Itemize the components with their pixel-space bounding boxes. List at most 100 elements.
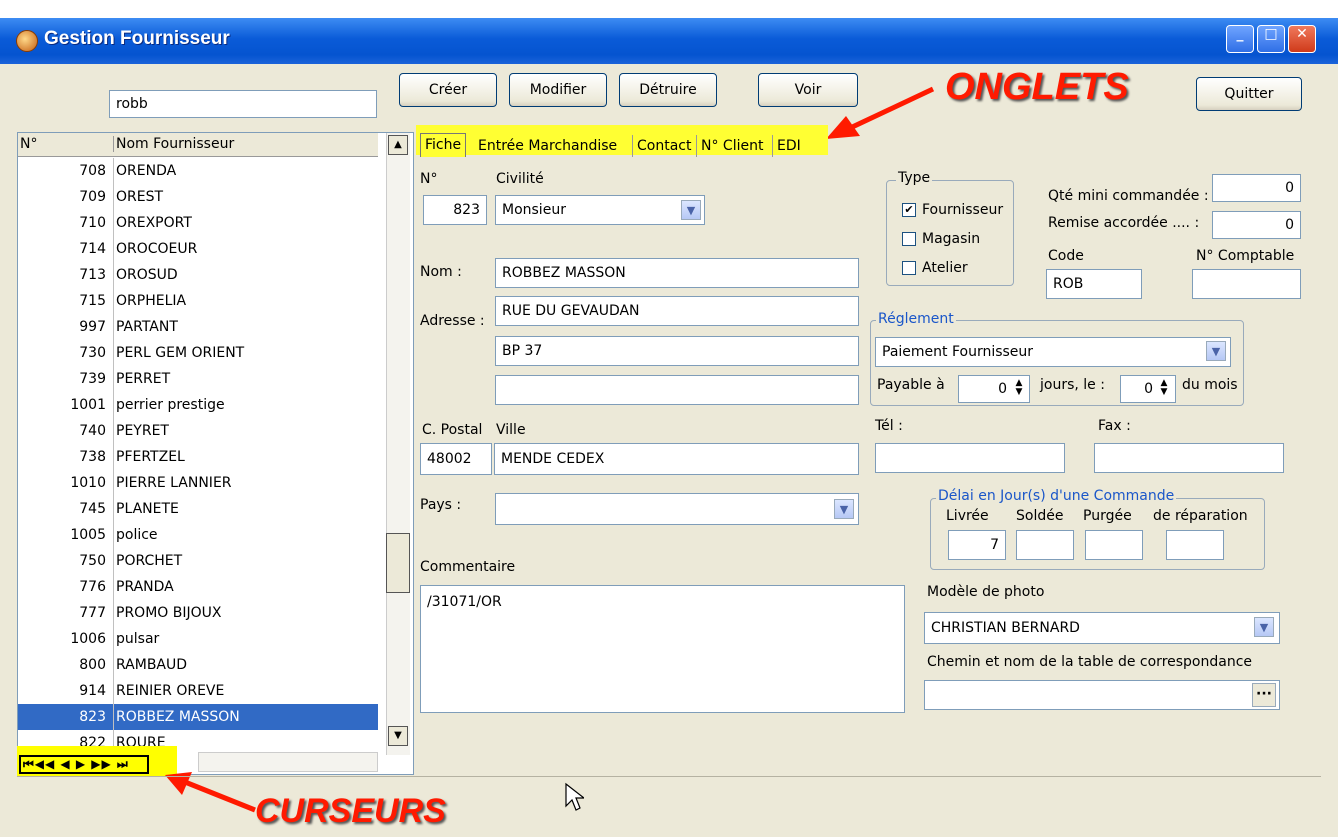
- table-row[interactable]: 738 PFERTZEL: [18, 444, 378, 470]
- reglement-dropdown-button[interactable]: ▼: [1206, 341, 1226, 361]
- type-label: Type: [896, 170, 933, 186]
- scroll-thumb[interactable]: [386, 533, 410, 593]
- adresse-line3-field[interactable]: [495, 375, 859, 405]
- quitter-button[interactable]: Quitter: [1196, 77, 1302, 111]
- row-supplier-name: ORPHELIA: [113, 288, 186, 314]
- chevron-down-icon: ▼: [686, 204, 696, 217]
- num-field[interactable]: 823: [423, 195, 487, 225]
- table-row[interactable]: 1005 police: [18, 522, 378, 548]
- table-row[interactable]: 714 OROCOEUR: [18, 236, 378, 262]
- row-number: 740: [79, 423, 106, 439]
- scroll-up-button[interactable]: ▲: [388, 135, 408, 155]
- cpostal-field[interactable]: 48002: [420, 443, 492, 475]
- table-row[interactable]: 739 PERRET: [18, 366, 378, 392]
- creer-button[interactable]: Créer: [399, 73, 497, 107]
- row-supplier-name: OROSUD: [113, 262, 178, 288]
- table-row[interactable]: 713 OROSUD: [18, 262, 378, 288]
- list-vertical-scrollbar[interactable]: [386, 133, 410, 755]
- adresse-label: Adresse :: [420, 313, 485, 329]
- pays-dropdown-button[interactable]: ▼: [834, 499, 854, 519]
- livree-field[interactable]: 7: [948, 530, 1006, 560]
- remise-field[interactable]: 0: [1212, 211, 1301, 239]
- table-row[interactable]: 710 OREXPORT: [18, 210, 378, 236]
- row-supplier-name: PFERTZEL: [113, 444, 185, 470]
- purgee-field[interactable]: [1085, 530, 1143, 560]
- magasin-checkbox[interactable]: [902, 232, 916, 246]
- fournisseur-checkbox[interactable]: ✔: [902, 203, 916, 217]
- table-row[interactable]: 708 ORENDA: [18, 158, 378, 184]
- tab-entree-marchandise[interactable]: Entrée Marchandise: [478, 135, 617, 157]
- civilite-dropdown-button[interactable]: ▼: [681, 200, 701, 220]
- nom-field[interactable]: ROBBEZ MASSON: [495, 258, 859, 288]
- app-icon: [16, 30, 38, 52]
- ellipsis-icon: ···: [1256, 686, 1272, 702]
- row-number: 715: [79, 293, 106, 309]
- row-number: 823: [79, 709, 106, 725]
- table-row[interactable]: 777 PROMO BIJOUX: [18, 600, 378, 626]
- fax-field[interactable]: [1094, 443, 1284, 473]
- list-horizontal-scrollbar[interactable]: [198, 752, 378, 772]
- table-row[interactable]: 730 PERL GEM ORIENT: [18, 340, 378, 366]
- search-input[interactable]: robb: [109, 90, 377, 118]
- soldee-field[interactable]: [1016, 530, 1074, 560]
- row-number: 750: [79, 553, 106, 569]
- chevron-down-icon: ▼: [839, 503, 849, 516]
- close-button[interactable]: ✕: [1288, 25, 1316, 53]
- adresse-line2-field[interactable]: BP 37: [495, 336, 859, 366]
- chemin-field[interactable]: [924, 680, 1280, 710]
- quitter-label: Quitter: [1224, 86, 1274, 102]
- tel-label: Tél :: [875, 418, 903, 434]
- bottom-separator: [17, 776, 1321, 777]
- table-row[interactable]: 1001 perrier prestige: [18, 392, 378, 418]
- reglement-select[interactable]: Paiement Fournisseur: [875, 337, 1231, 367]
- record-navigation-buttons[interactable]: ⏮◀◀ ◀ ▶ ▶▶ ⏭: [19, 755, 149, 774]
- table-row[interactable]: 800 RAMBAUD: [18, 652, 378, 678]
- atelier-checkbox[interactable]: [902, 261, 916, 275]
- payable-spin-buttons[interactable]: ▲ ▼: [1012, 379, 1026, 399]
- modele-photo-dropdown-button[interactable]: ▼: [1254, 617, 1274, 637]
- code-field[interactable]: ROB: [1046, 269, 1142, 299]
- row-supplier-name: PROMO BIJOUX: [113, 600, 221, 626]
- table-row[interactable]: 709 OREST: [18, 184, 378, 210]
- scroll-down-button[interactable]: ▼: [388, 726, 408, 746]
- tab-n-client[interactable]: N° Client: [696, 135, 763, 157]
- header-name[interactable]: Nom Fournisseur: [113, 136, 234, 152]
- tab-fiche[interactable]: Fiche: [420, 133, 467, 157]
- detruire-button[interactable]: Détruire: [619, 73, 717, 107]
- row-supplier-name: PLANETE: [113, 496, 179, 522]
- header-num[interactable]: N°: [20, 136, 37, 152]
- minimize-button[interactable]: _: [1226, 25, 1254, 53]
- n-comptable-field[interactable]: [1192, 269, 1301, 299]
- tab-edi[interactable]: EDI: [772, 135, 801, 157]
- table-row[interactable]: 776 PRANDA: [18, 574, 378, 600]
- jours-spin-buttons[interactable]: ▲ ▼: [1157, 379, 1171, 399]
- row-number: 1005: [70, 527, 106, 543]
- pays-select[interactable]: [495, 493, 859, 525]
- qte-mini-field[interactable]: 0: [1212, 174, 1301, 202]
- row-number: 714: [79, 241, 106, 257]
- modifier-button[interactable]: Modifier: [509, 73, 607, 107]
- tab-contact[interactable]: Contact: [632, 135, 691, 157]
- table-row[interactable]: 745 PLANETE: [18, 496, 378, 522]
- row-supplier-name: OREST: [113, 184, 163, 210]
- table-row[interactable]: 740 PEYRET: [18, 418, 378, 444]
- modele-photo-label: Modèle de photo: [927, 584, 1045, 600]
- table-row[interactable]: 914 REINIER OREVE: [18, 678, 378, 704]
- browse-button[interactable]: ···: [1252, 683, 1276, 707]
- commentaire-label: Commentaire: [420, 559, 516, 575]
- maximize-button[interactable]: □: [1257, 25, 1285, 53]
- table-row[interactable]: 1006 pulsar: [18, 626, 378, 652]
- ville-field[interactable]: MENDE CEDEX: [494, 443, 859, 475]
- remise-label: Remise accordée .... :: [1048, 215, 1200, 231]
- table-row[interactable]: 823 ROBBEZ MASSON: [18, 704, 378, 730]
- civilite-select[interactable]: Monsieur: [495, 195, 705, 225]
- table-row[interactable]: 1010 PIERRE LANNIER: [18, 470, 378, 496]
- table-row[interactable]: 715 ORPHELIA: [18, 288, 378, 314]
- adresse-line1-field[interactable]: RUE DU GEVAUDAN: [495, 296, 859, 326]
- reparation-field[interactable]: [1166, 530, 1224, 560]
- modele-photo-select[interactable]: CHRISTIAN BERNARD: [924, 612, 1280, 644]
- commentaire-textarea[interactable]: /31071/OR: [420, 585, 905, 713]
- tel-field[interactable]: [875, 443, 1065, 473]
- table-row[interactable]: 750 PORCHET: [18, 548, 378, 574]
- table-row[interactable]: 997 PARTANT: [18, 314, 378, 340]
